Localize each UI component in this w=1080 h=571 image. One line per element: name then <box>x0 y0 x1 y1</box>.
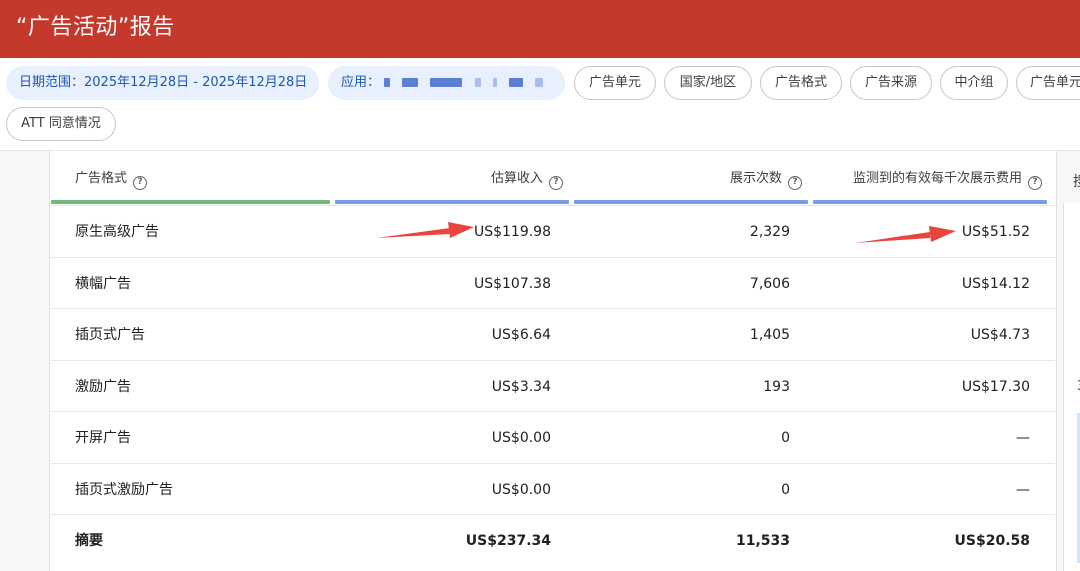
column-header-label: 广告格式 <box>75 171 128 186</box>
ad-format-filter-chip[interactable]: 广告格式 <box>760 66 842 100</box>
cell-revenue: US$237.34 <box>465 533 551 549</box>
filter-bar: 日期范围：2025年12月28日 - 2025年12月28日 应用： 广告单元 … <box>0 58 1080 150</box>
redacted-app-name <box>535 78 543 87</box>
left-gutter <box>0 151 50 571</box>
table-row[interactable]: 横幅广告 US$107.38 7,606 US$14.12 <box>51 256 1055 309</box>
redacted-app-name <box>508 78 523 87</box>
help-icon[interactable]: ? <box>549 176 563 190</box>
country-filter-chip[interactable]: 国家/地区 <box>664 66 752 100</box>
table-row[interactable]: 激励广告 US$3.34 193 US$17.30 <box>51 359 1055 412</box>
column-header-ad-format[interactable]: 广告格式? <box>75 151 275 205</box>
ad-unit-filter-chip[interactable]: 广告单元 <box>574 66 656 100</box>
cell-ecpm: US$20.58 <box>954 533 1030 549</box>
summary-row: 摘要 US$237.34 11,533 US$20.58 <box>51 514 1055 566</box>
cell-ecpm: US$14.12 <box>961 275 1030 292</box>
cell-revenue: US$3.34 <box>491 378 551 395</box>
column-color-bar <box>51 200 330 204</box>
date-range-chip[interactable]: 日期范围：2025年12月28日 - 2025年12月28日 <box>6 66 319 100</box>
cell-ecpm: US$17.30 <box>961 378 1030 395</box>
cell-ecpm: — <box>1016 430 1030 446</box>
cell-impressions: 2,329 <box>749 224 790 240</box>
table-row[interactable]: 插页式广告 US$6.64 1,405 US$4.73 <box>51 308 1055 360</box>
column-color-bar <box>335 200 569 204</box>
table-row[interactable]: 开屏广告 US$0.00 0 — <box>51 411 1055 463</box>
redacted-app-name <box>474 78 481 87</box>
help-icon[interactable]: ? <box>788 176 802 190</box>
cell-impressions: 193 <box>763 378 790 395</box>
cell-ad-format: 摘要 <box>75 533 103 549</box>
column-header-estimated-revenue[interactable]: 估算收入? <box>335 151 563 205</box>
column-header-impressions[interactable]: 展示次数? <box>573 151 802 205</box>
column-color-bar <box>574 200 808 204</box>
app-filter-label: 应用： <box>341 75 381 90</box>
cell-revenue: US$0.00 <box>491 430 551 446</box>
redacted-app-name <box>492 78 497 87</box>
ad-source-filter-chip[interactable]: 广告来源 <box>850 66 932 100</box>
cell-ecpm: US$51.52 <box>961 224 1030 240</box>
cell-revenue: US$6.64 <box>491 327 551 343</box>
column-header-label: 估算收入 <box>490 171 543 186</box>
cell-impressions: 11,533 <box>735 533 790 549</box>
cell-impressions: 1,405 <box>749 327 790 343</box>
column-header-label: 监测到的有效每千次展示费用 <box>852 171 1022 186</box>
right-panel-header-fragment: 搜 <box>1073 171 1080 191</box>
redacted-app-name <box>384 78 391 87</box>
column-header-observed-ecpm[interactable]: 监测到的有效每千次展示费用? <box>811 151 1042 205</box>
redacted-app-name <box>430 78 463 87</box>
table-row[interactable]: 原生高级广告 US$119.98 2,329 US$51.52 <box>51 205 1055 257</box>
cell-revenue: US$107.38 <box>473 275 551 292</box>
mediation-group-filter-chip[interactable]: 中介组 <box>940 66 1008 100</box>
cell-ad-format: 插页式广告 <box>75 327 145 343</box>
cell-ad-format: 原生高级广告 <box>75 224 159 240</box>
cell-impressions: 0 <box>781 430 790 446</box>
cell-ad-format: 横幅广告 <box>75 275 131 292</box>
report-table: 广告格式? 估算收入? 展示次数? 监测到的有效每千次展示费用? 原生高级广告 … <box>51 151 1055 571</box>
cell-ecpm: — <box>1016 481 1030 498</box>
redacted-app-name <box>402 78 419 87</box>
ad-unit-filter-chip-2[interactable]: 广告单元 <box>1016 66 1080 100</box>
help-icon[interactable]: ? <box>1028 176 1042 190</box>
cell-revenue: US$0.00 <box>491 481 551 498</box>
cell-ecpm: US$4.73 <box>970 327 1030 343</box>
help-icon[interactable]: ? <box>133 176 148 190</box>
cell-ad-format: 插页式激励广告 <box>75 481 173 498</box>
page-title: “广告活动”报告 <box>16 15 175 40</box>
cell-ad-format: 开屏广告 <box>75 430 131 446</box>
right-panel: 搜 3 <box>1056 151 1080 571</box>
column-header-label: 展示次数 <box>729 171 782 186</box>
att-consent-filter-chip[interactable]: ATT 同意情况 <box>6 107 116 141</box>
column-color-bar <box>813 200 1047 204</box>
cell-impressions: 0 <box>781 481 790 498</box>
cell-ad-format: 激励广告 <box>75 378 131 395</box>
cell-impressions: 7,606 <box>749 275 790 292</box>
cell-revenue: US$119.98 <box>473 224 551 240</box>
report-header: “广告活动”报告 <box>0 0 1080 58</box>
table-row[interactable]: 插页式激励广告 US$0.00 0 — <box>51 462 1055 515</box>
app-filter-chip[interactable]: 应用： <box>328 66 565 100</box>
